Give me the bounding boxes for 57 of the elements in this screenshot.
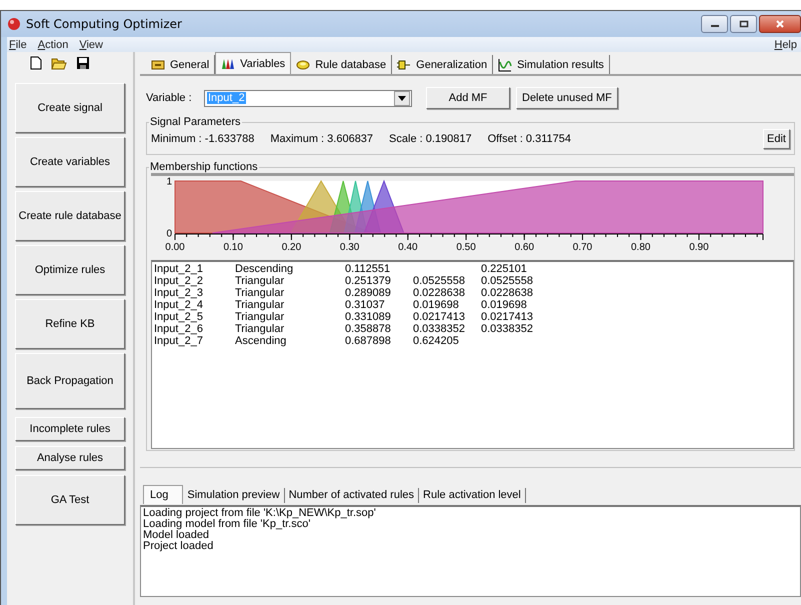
tick-label: 0.10 — [223, 242, 243, 253]
list-cell-text: Input_2_6 — [154, 323, 204, 335]
tick-label: 0.20 — [282, 242, 302, 253]
list-cell-text: Triangular — [235, 275, 286, 287]
list-cell-text: 0.019698 — [413, 299, 460, 311]
tick-label: 0.40 — [398, 242, 418, 253]
list-cell-text: 0.112551 — [345, 263, 392, 275]
list-cell-text: 0.0338352 — [481, 323, 534, 335]
list-cell-text: 0.0525558 — [481, 275, 534, 287]
group-title: Signal Parameters — [149, 116, 242, 128]
list-cell-text: 0.31037 — [345, 299, 386, 311]
list-cell-text: 0.019698 — [481, 299, 528, 311]
list-cell-text: Input_2_7 — [154, 335, 204, 347]
list-cell-text: 0.289089 — [345, 287, 392, 299]
tick-label: 0 — [166, 228, 172, 240]
list-cell-text: 0.687898 — [345, 335, 392, 347]
list-cell-text: 0.0228638 — [481, 287, 534, 299]
list-cell-text: Descending — [235, 263, 294, 275]
list-cell-text: Triangular — [235, 287, 286, 299]
field-label: Variable : — [146, 92, 193, 104]
list-cell-text: Triangular — [235, 299, 286, 311]
tick-label: 0.60 — [514, 242, 534, 253]
tick-label: 1 — [166, 176, 172, 188]
list-cell-text: Input_2_4 — [154, 299, 204, 311]
list-cell-text: 0.0338352 — [413, 323, 466, 335]
log-line: Loading model from file 'Kp_tr.sco' — [143, 519, 310, 530]
list-cell-text: 0.251379 — [345, 275, 392, 287]
tick-label: 0.80 — [631, 242, 650, 253]
log-line: Loading project from file 'K:\Kp_NEW\Kp_tr.sop' — [143, 508, 377, 519]
list-cell-text: 0.0217413 — [413, 311, 466, 323]
window-title: Soft Computing Optimizer — [26, 17, 182, 31]
parameter-text: Scale : 0.190817 — [389, 133, 472, 145]
parameter-text: Maximum : 3.606837 — [270, 133, 374, 145]
list-cell-text: 0.225101 — [481, 263, 528, 275]
list-cell-text: Input_2_3 — [154, 287, 204, 299]
list-cell-text: Input_2_5 — [154, 311, 204, 323]
list-cell-text: Input_2_1 — [154, 263, 204, 275]
tick-label: 0.70 — [572, 242, 592, 253]
tick-label: 0.50 — [456, 242, 476, 253]
list-cell-text: Triangular — [235, 311, 286, 323]
log-line: Project loaded — [143, 541, 214, 552]
tick-label: 0.30 — [340, 242, 360, 253]
list-cell-text: 0.358878 — [345, 323, 392, 335]
group-title: Membership functions — [149, 161, 259, 173]
tick-label: 0.00 — [165, 242, 185, 253]
list-cell-text: Triangular — [235, 323, 286, 335]
tick-label: 0.90 — [689, 242, 709, 253]
list-cell-text: Ascending — [235, 335, 288, 347]
list-cell-text: Input_2_2 — [154, 275, 204, 287]
list-cell-text: 0.624205 — [413, 335, 460, 347]
list-cell-text: 0.331089 — [345, 311, 392, 323]
list-cell-text: 0.0525558 — [413, 275, 466, 287]
list-cell-text: 0.0217413 — [481, 311, 534, 323]
list-cell-text: 0.0228638 — [413, 287, 466, 299]
parameter-text: Offset : 0.311754 — [488, 133, 572, 145]
log-line: Model loaded — [143, 530, 210, 541]
parameter-text: Minimum : -1.633788 — [151, 133, 254, 145]
